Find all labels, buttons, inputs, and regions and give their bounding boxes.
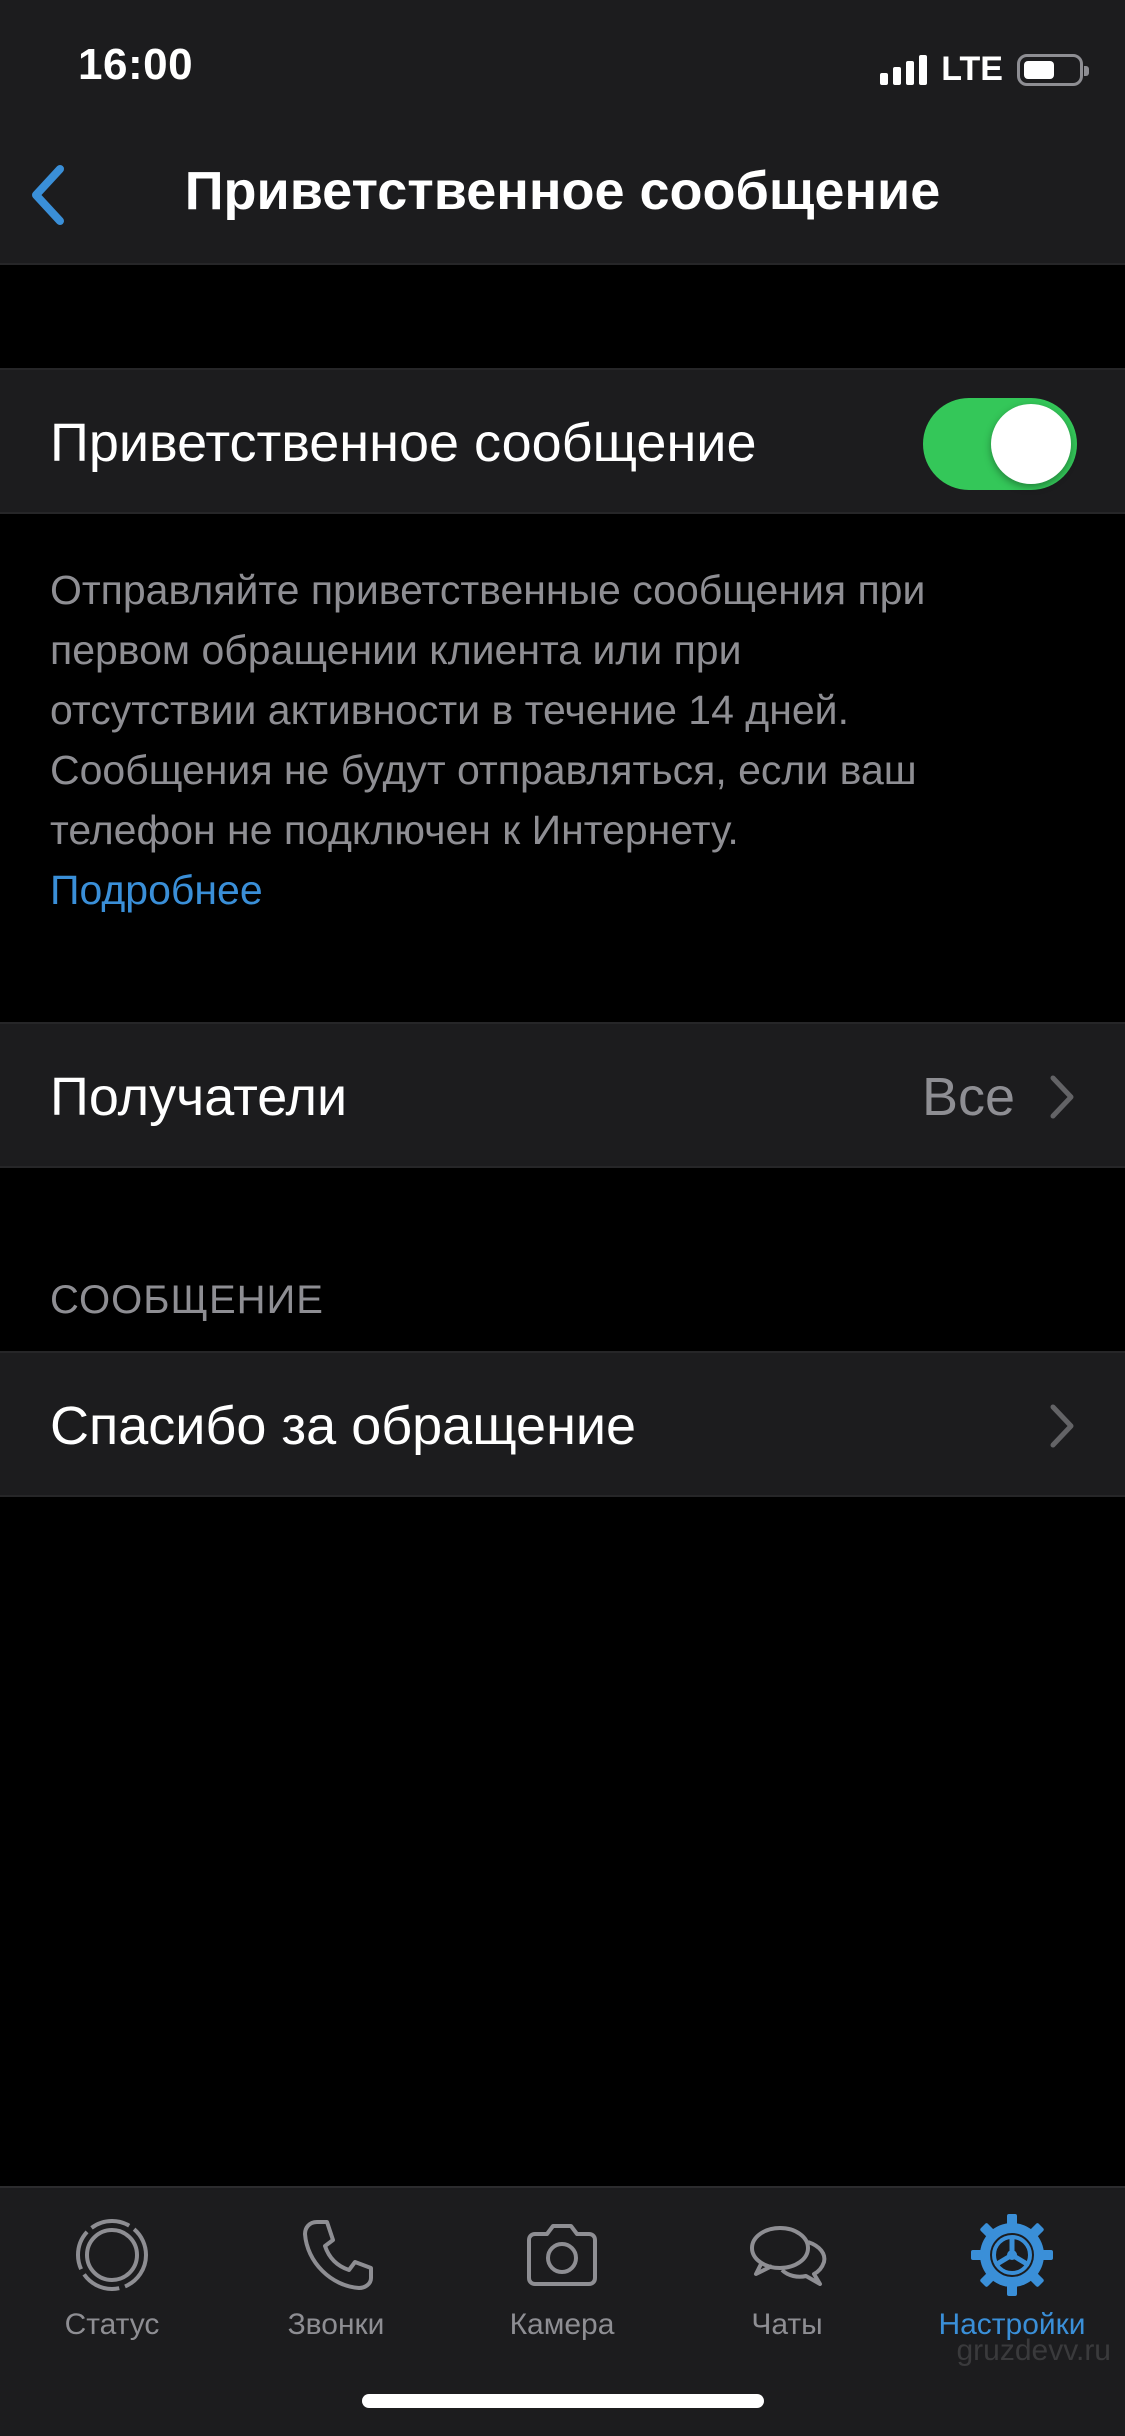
toggle-knob [991, 404, 1071, 484]
description-line: первом обращении клиента или при [50, 627, 742, 673]
status-icon [76, 2219, 148, 2291]
welcome-message-row: Приветственное сообщение [0, 368, 1125, 514]
status-indicators: LTE [880, 50, 1089, 89]
network-type: LTE [941, 50, 1003, 88]
message-text: Спасибо за обращение [50, 1396, 637, 1456]
welcome-message-toggle[interactable] [923, 398, 1077, 490]
chevron-right-icon [1050, 1075, 1074, 1119]
tab-label: Звонки [287, 2308, 385, 2341]
description-line: отсутствии активности в течение 14 дней. [50, 687, 849, 733]
description-line: Сообщения не будут отправляться, если ва… [50, 747, 917, 793]
chats-icon [750, 2226, 827, 2286]
screen: 16:00 LTE Приветственное сообщение Приве… [0, 0, 1125, 2436]
battery-icon [1017, 53, 1089, 86]
recipients-value: Все [921, 1067, 1015, 1127]
description-line: телефон не подключен к Интернету. [50, 807, 739, 853]
chevron-right-icon [1050, 1404, 1074, 1448]
welcome-message-label: Приветственное сообщение [50, 413, 757, 473]
tab-status[interactable]: Статус [12, 2210, 212, 2342]
battery-level [1024, 60, 1054, 79]
tab-label: Статус [64, 2308, 160, 2341]
message-row[interactable]: Спасибо за обращение [0, 1351, 1125, 1497]
tab-camera[interactable]: Камера [462, 2210, 662, 2342]
description: Отправляйте приветственные сообщения при… [50, 560, 1080, 920]
settings-gear-icon [971, 2214, 1053, 2296]
page-title: Приветственное сообщение [184, 161, 941, 221]
home-indicator[interactable] [362, 2394, 764, 2408]
status-time: 16:00 [78, 40, 194, 89]
tab-label: Чаты [751, 2308, 823, 2341]
phone-icon [303, 2220, 373, 2290]
learn-more-link[interactable]: Подробнее [50, 860, 1080, 920]
tab-calls[interactable]: Звонки [236, 2210, 436, 2342]
tab-label: Камера [509, 2308, 615, 2341]
recipients-label: Получатели [50, 1067, 348, 1127]
tab-chats[interactable]: Чаты [687, 2210, 887, 2342]
recipients-row[interactable]: Получатели Все [0, 1022, 1125, 1168]
description-line: Отправляйте приветственные сообщения при [50, 567, 926, 613]
watermark: gruzdevv.ru [956, 2334, 1111, 2367]
section-header-message: СООБЩЕНИЕ [50, 1278, 324, 1322]
signal-icon [880, 54, 928, 85]
tab-settings[interactable]: Настройки [912, 2210, 1112, 2342]
camera-icon [527, 2224, 597, 2286]
top-bar: 16:00 LTE Приветственное сообщение [0, 0, 1125, 265]
